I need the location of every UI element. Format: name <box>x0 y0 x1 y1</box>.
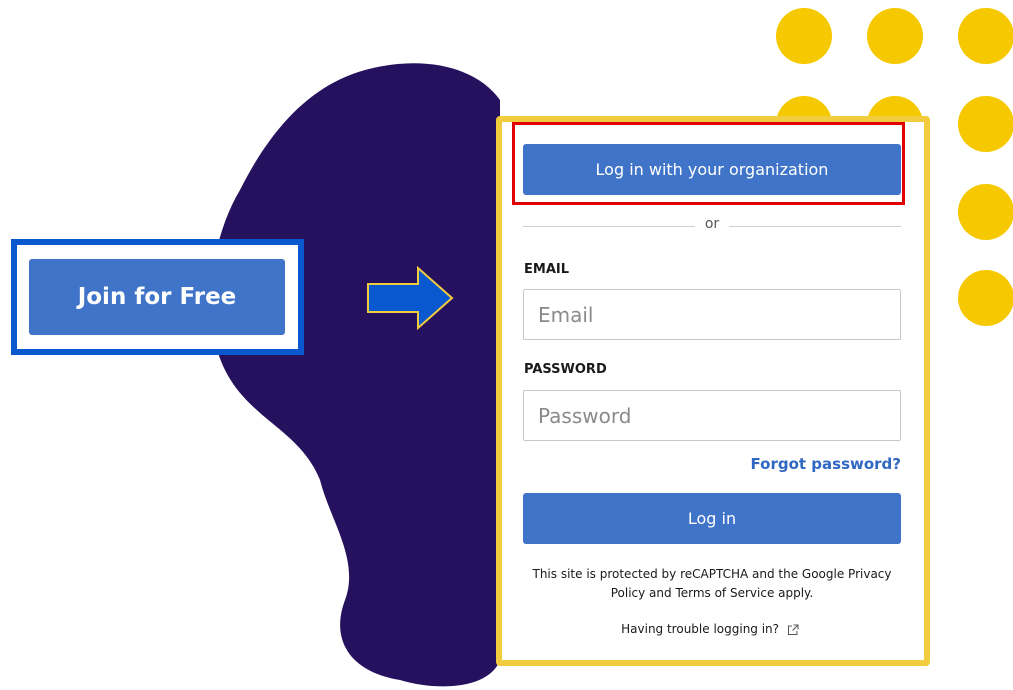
divider-line-left <box>523 226 695 227</box>
forgot-password-link[interactable]: Forgot password? <box>751 455 902 473</box>
trouble-logging-in-text: Having trouble logging in? <box>621 622 780 636</box>
decor-dot <box>958 96 1013 152</box>
decor-dot <box>958 8 1013 64</box>
divider-or: or <box>704 216 720 232</box>
join-for-free-button[interactable]: Join for Free <box>29 259 285 335</box>
password-field[interactable] <box>523 390 901 441</box>
decor-dot <box>958 270 1013 326</box>
decor-dot <box>958 184 1013 240</box>
recaptcha-notice: This site is protected by reCAPTCHA and … <box>532 567 892 600</box>
right-arrow-icon <box>367 266 454 330</box>
external-link-icon <box>787 624 799 635</box>
password-label: PASSWORD <box>524 362 607 377</box>
decor-dot <box>776 8 832 64</box>
divider-line-right <box>729 226 901 227</box>
login-button[interactable]: Log in <box>523 493 901 544</box>
decor-dot <box>867 8 923 64</box>
join-highlight-frame: Join for Free <box>11 239 304 355</box>
email-field[interactable] <box>523 289 901 340</box>
trouble-logging-in-link[interactable]: Having trouble logging in? <box>560 622 860 636</box>
email-label: EMAIL <box>524 262 569 277</box>
login-with-organization-button[interactable]: Log in with your organization <box>523 144 901 195</box>
